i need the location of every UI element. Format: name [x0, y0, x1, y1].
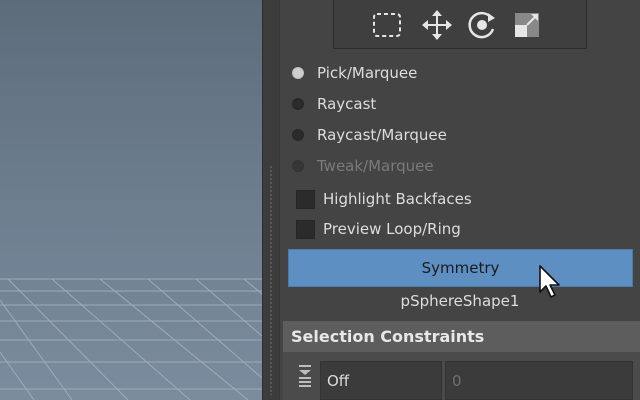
radio-button[interactable]	[292, 129, 304, 141]
radio-raycast[interactable]: Raycast	[292, 93, 376, 115]
transform-toolbar	[333, 0, 587, 49]
radio-tweak-marquee: Tweak/Marquee	[292, 155, 434, 177]
marquee-select-icon	[373, 13, 401, 37]
splitter-grip[interactable]	[269, 165, 273, 395]
drag-handle-icon[interactable]	[296, 365, 314, 387]
scale-icon	[515, 13, 539, 37]
checkbox-highlight-backfaces[interactable]: Highlight Backfaces	[296, 188, 472, 210]
radio-pick-marquee[interactable]: Pick/Marquee	[292, 62, 417, 84]
marquee-select-tool-button[interactable]	[370, 8, 404, 42]
rotate-icon	[468, 11, 495, 39]
radio-label: Raycast	[317, 95, 377, 113]
rotate-tool-button[interactable]	[465, 8, 499, 42]
section-title: Selection Constraints	[291, 327, 485, 346]
ground-grid	[0, 278, 262, 400]
symmetry-button[interactable]: Symmetry	[288, 249, 633, 287]
radio-button[interactable]	[292, 98, 304, 110]
panel-splitter[interactable]	[262, 0, 280, 400]
radio-label: Tweak/Marquee	[317, 157, 434, 175]
radio-label: Pick/Marquee	[317, 64, 418, 82]
checkbox-label: Highlight Backfaces	[323, 190, 472, 208]
checkbox-label: Preview Loop/Ring	[323, 220, 461, 238]
radio-button-disabled	[292, 160, 304, 172]
constraint-mode-field[interactable]: Off	[320, 361, 442, 400]
scale-tool-button[interactable]	[510, 8, 544, 42]
move-icon	[422, 10, 452, 40]
checkbox[interactable]	[296, 189, 315, 209]
viewport-3d[interactable]	[0, 0, 262, 400]
mouse-cursor-icon	[539, 265, 560, 298]
checkbox-preview-loop-ring[interactable]: Preview Loop/Ring	[296, 218, 461, 240]
checkbox[interactable]	[296, 219, 315, 239]
radio-raycast-marquee[interactable]: Raycast/Marquee	[292, 124, 447, 146]
radio-label: Raycast/Marquee	[317, 126, 447, 144]
symmetry-shape-name: pSphereShape1	[400, 292, 520, 310]
tool-settings-panel: Pick/Marquee Raycast Raycast/Marquee Twe…	[280, 0, 640, 400]
constraint-value-field[interactable]: 0	[445, 361, 633, 400]
move-tool-button[interactable]	[420, 8, 454, 42]
selection-constraints-header[interactable]: Selection Constraints	[283, 321, 640, 352]
radio-button-selected[interactable]	[292, 67, 304, 79]
